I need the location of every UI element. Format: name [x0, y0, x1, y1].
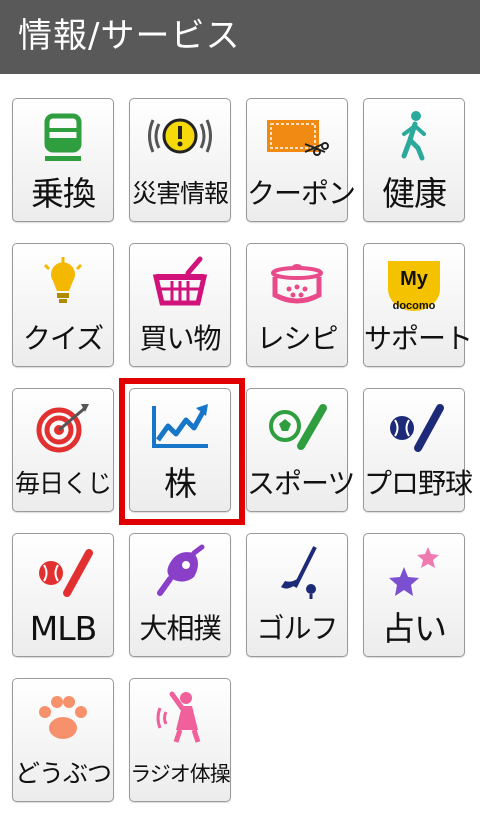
mlb-baseball-icon	[13, 540, 113, 606]
tile-label: ゴルフ	[256, 612, 338, 645]
tile-sumo[interactable]: 大相撲	[129, 533, 231, 657]
tile-health[interactable]: 健康	[363, 98, 465, 222]
tile-label: 災害情報	[131, 179, 229, 208]
tile-label: クイズ	[22, 322, 104, 355]
walking-person-icon	[364, 105, 464, 171]
tile-label: 乗換	[31, 174, 96, 213]
tile-label: クーポン	[247, 177, 356, 210]
tile-shopping[interactable]: 買い物	[129, 243, 231, 367]
tile-label: サポート	[364, 322, 473, 355]
paw-icon	[13, 685, 113, 751]
baseball-icon	[364, 395, 464, 461]
tile-quiz[interactable]: クイズ	[12, 243, 114, 367]
tile-label: 大相撲	[139, 612, 221, 645]
target-icon	[13, 395, 113, 461]
coupon-icon	[247, 105, 347, 171]
tile-label: MLB	[29, 609, 98, 648]
page-title: 情報/サービス	[18, 16, 241, 56]
radio-exercise-icon	[130, 685, 230, 751]
tile-fortune[interactable]: 占い	[363, 533, 465, 657]
tile-recipe[interactable]: レシピ	[246, 243, 348, 367]
tile-label: どうぶつ	[14, 759, 112, 788]
tile-label: 買い物	[139, 322, 221, 355]
tile-pro-baseball[interactable]: プロ野球	[363, 388, 473, 512]
tile-transfer[interactable]: 乗換	[12, 98, 114, 222]
selection-highlight	[119, 378, 245, 525]
my-docomo-icon: My docomo	[364, 250, 464, 316]
tile-sports[interactable]: スポーツ	[246, 388, 355, 512]
tile-disaster-info[interactable]: 災害情報	[129, 98, 231, 222]
cooking-pot-icon	[247, 250, 347, 316]
tile-mlb[interactable]: MLB	[12, 533, 114, 657]
stars-icon	[364, 540, 464, 606]
tile-animals[interactable]: どうぶつ	[12, 678, 114, 802]
tile-support[interactable]: My docomo サポート	[363, 243, 473, 367]
golf-icon	[247, 540, 347, 606]
tile-label: 占い	[382, 609, 447, 648]
tile-radio-exercise[interactable]: ラジオ体操	[129, 678, 231, 802]
sumo-icon	[130, 540, 230, 606]
tile-label: プロ野球	[364, 467, 473, 500]
train-icon	[13, 105, 113, 171]
tile-label: 毎日くじ	[14, 469, 112, 498]
shopping-basket-icon	[130, 250, 230, 316]
soccer-baseball-icon	[247, 395, 347, 461]
lightbulb-icon	[13, 250, 113, 316]
tile-coupon[interactable]: クーポン	[246, 98, 356, 222]
alert-icon	[130, 105, 230, 171]
tile-golf[interactable]: ゴルフ	[246, 533, 348, 657]
tile-label: レシピ	[256, 322, 338, 355]
tile-label: ラジオ体操	[130, 762, 231, 786]
my-text: My	[400, 268, 429, 290]
tile-label: 健康	[382, 174, 447, 213]
tile-label: スポーツ	[247, 467, 355, 500]
app-header: 情報/サービス	[0, 0, 480, 74]
tile-daily-lottery[interactable]: 毎日くじ	[12, 388, 114, 512]
docomo-text: docomo	[393, 300, 436, 312]
